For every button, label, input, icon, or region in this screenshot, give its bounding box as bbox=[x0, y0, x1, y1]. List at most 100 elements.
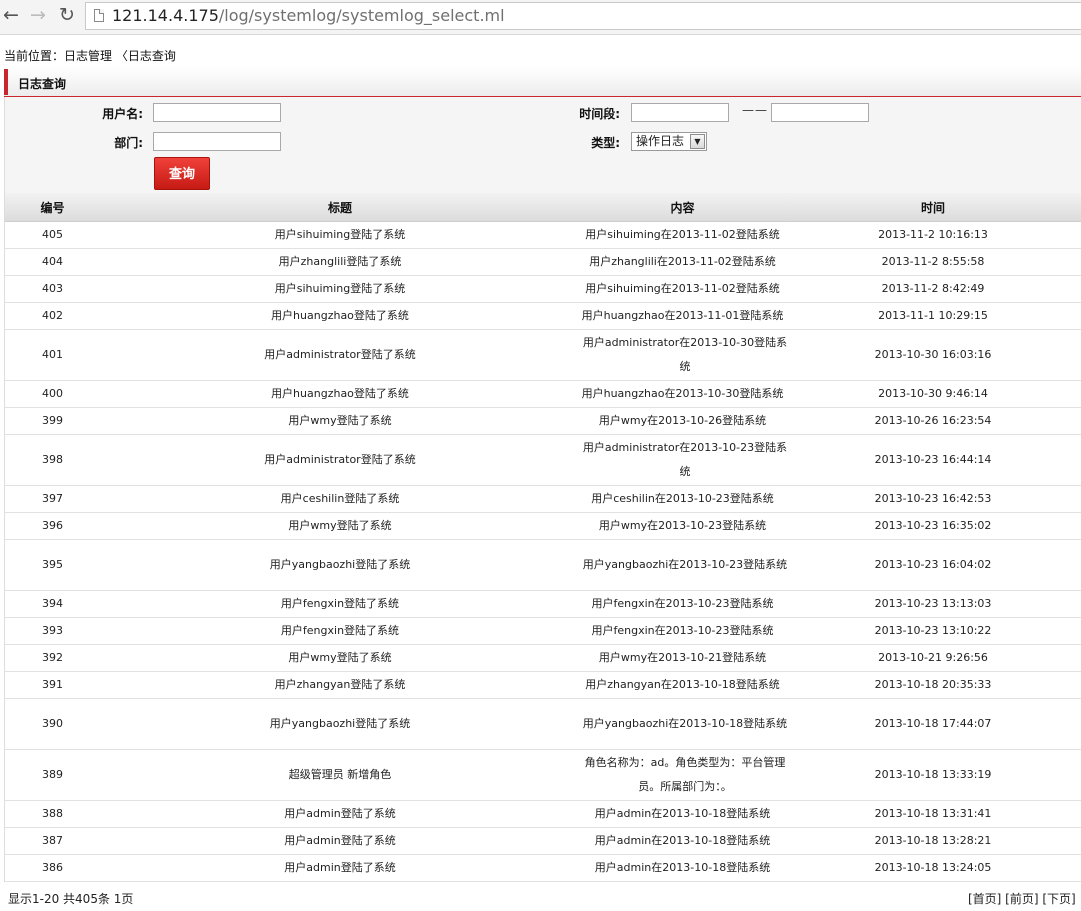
cell-content: 用户yangbaozhi在2013-10-23登陆系统 bbox=[580, 539, 787, 591]
cell-content: 用户fengxin在2013-10-23登陆系统 bbox=[580, 590, 785, 618]
cell-time: 2013-10-30 9:46:14 bbox=[785, 380, 1081, 408]
cell-title: 超级管理员 新增角色 bbox=[100, 749, 580, 801]
cell-content: 角色名称为：ad。角色类型为：平台管理员。所属部门为：。 bbox=[580, 749, 785, 801]
cell-time: 2013-10-23 16:42:53 bbox=[785, 485, 1081, 513]
cell-title: 用户sihuiming登陆了系统 bbox=[100, 275, 580, 303]
cell-id: 397 bbox=[5, 485, 100, 513]
cell-title: 用户huangzhao登陆了系统 bbox=[100, 302, 580, 330]
table-row: 400 用户huangzhao登陆了系统 用户huangzhao在2013-10-3… bbox=[5, 380, 1081, 408]
cell-time: 2013-10-18 13:31:41 bbox=[785, 800, 1081, 828]
header-content: 内容 bbox=[580, 193, 785, 222]
cell-time: 2013-10-23 16:35:02 bbox=[785, 512, 1081, 540]
cell-content-text: 用户administrator在2013-10-23登陆系统 bbox=[582, 441, 788, 478]
cell-content: 用户admin在2013-10-18登陆系统 bbox=[580, 827, 785, 855]
cell-title: 用户fengxin登陆了系统 bbox=[100, 617, 580, 645]
url-host: 121.14.4.175 bbox=[112, 6, 219, 25]
table-row: 392 用户wmy登陆了系统 用户wmy在2013-10-21登陆系统 2013-10… bbox=[5, 644, 1081, 672]
cell-title: 用户fengxin登陆了系统 bbox=[100, 590, 580, 618]
table-row: 401 用户administrator登陆了系统 用户administrator在2… bbox=[5, 329, 1081, 381]
cell-id: 396 bbox=[5, 512, 100, 540]
query-button[interactable]: 查询 bbox=[154, 157, 210, 190]
log-type-selected: 操作日志 bbox=[636, 134, 685, 148]
table-row: 390 用户yangbaozhi登陆了系统 用户yangbaozhi在2013-10… bbox=[5, 698, 1081, 750]
cell-title: 用户ceshilin登陆了系统 bbox=[100, 485, 580, 513]
table-row: 387 用户admin登陆了系统 用户admin在2013-10-18登陆系统 201… bbox=[5, 827, 1081, 855]
cell-time: 2013-11-2 8:42:49 bbox=[785, 275, 1081, 303]
department-input[interactable] bbox=[153, 132, 281, 151]
cell-id: 404 bbox=[5, 248, 100, 276]
cell-time: 2013-10-23 16:04:02 bbox=[785, 539, 1081, 591]
username-input[interactable] bbox=[153, 103, 281, 122]
cell-time: 2013-10-30 16:03:16 bbox=[785, 329, 1081, 381]
cell-title: 用户yangbaozhi登陆了系统 bbox=[100, 698, 580, 750]
header-time: 时间 bbox=[785, 193, 1081, 222]
header-id: 编号 bbox=[5, 193, 100, 222]
cell-content: 用户admin在2013-10-18登陆系统 bbox=[580, 854, 785, 882]
cell-content: 用户huangzhao在2013-11-01登陆系统 bbox=[580, 302, 785, 330]
back-arrow-icon[interactable]: ← bbox=[0, 3, 22, 27]
cell-content: 用户sihuiming在2013-11-02登陆系统 bbox=[580, 275, 785, 303]
cell-id: 388 bbox=[5, 800, 100, 828]
cell-id: 390 bbox=[5, 698, 100, 750]
cell-content: 用户yangbaozhi在2013-10-18登陆系统 bbox=[580, 698, 787, 750]
url-path: /log/systemlog/systemlog_select.ml bbox=[218, 6, 505, 25]
start-time-input[interactable] bbox=[631, 103, 729, 122]
cell-id: 399 bbox=[5, 407, 100, 435]
forward-arrow-icon[interactable]: → bbox=[27, 3, 49, 27]
log-type-select[interactable]: 操作日志 ▼ bbox=[631, 132, 707, 151]
type-label: 类型: bbox=[591, 136, 620, 150]
time-range-label: 时间段: bbox=[579, 107, 620, 121]
department-label: 部门: bbox=[114, 136, 143, 150]
cell-title: 用户sihuiming登陆了系统 bbox=[100, 221, 580, 249]
cell-id: 405 bbox=[5, 221, 100, 249]
table-row: 395 用户yangbaozhi登陆了系统 用户yangbaozhi在2013-10… bbox=[5, 539, 1081, 591]
table-row: 398 用户administrator登陆了系统 用户administrator在2… bbox=[5, 434, 1081, 486]
browser-toolbar: ← → ↻ 121.14.4.175/log/systemlog/systeml… bbox=[0, 0, 1081, 35]
cell-time: 2013-10-18 17:44:07 bbox=[785, 698, 1081, 750]
cell-time: 2013-10-23 13:10:22 bbox=[785, 617, 1081, 645]
cell-title: 用户wmy登陆了系统 bbox=[100, 512, 580, 540]
cell-time: 2013-10-18 13:33:19 bbox=[785, 749, 1081, 801]
cell-content: 用户fengxin在2013-10-23登陆系统 bbox=[580, 617, 785, 645]
cell-title: 用户yangbaozhi登陆了系统 bbox=[100, 539, 580, 591]
cell-time: 2013-10-26 16:23:54 bbox=[785, 407, 1081, 435]
cell-title: 用户administrator登陆了系统 bbox=[100, 329, 580, 381]
chevron-down-icon[interactable]: ▼ bbox=[690, 134, 705, 149]
url-text[interactable]: 121.14.4.175/log/systemlog/systemlog_sel… bbox=[112, 6, 505, 26]
cell-id: 386 bbox=[5, 854, 100, 882]
cell-id: 392 bbox=[5, 644, 100, 672]
section-title: 日志查询 bbox=[18, 77, 67, 91]
address-bar[interactable]: 121.14.4.175/log/systemlog/systemlog_sel… bbox=[85, 2, 1081, 30]
cell-time: 2013-10-23 16:44:14 bbox=[785, 434, 1081, 486]
cell-title: 用户admin登陆了系统 bbox=[100, 854, 580, 882]
cell-content: 用户zhangyan在2013-10-18登陆系统 bbox=[580, 671, 785, 699]
cell-id: 387 bbox=[5, 827, 100, 855]
username-label: 用户名: bbox=[102, 107, 143, 121]
pagination-summary: 显示1-20 共405条 1页 bbox=[8, 892, 134, 906]
cell-id: 395 bbox=[5, 539, 100, 591]
cell-content-text: 用户yangbaozhi在2013-10-18登陆系统 bbox=[582, 717, 788, 730]
cell-content: 用户zhanglili在2013-11-02登陆系统 bbox=[580, 248, 785, 276]
cell-time: 2013-10-18 20:35:33 bbox=[785, 671, 1081, 699]
table-row: 389 超级管理员 新增角色 角色名称为：ad。角色类型为：平台管理员。所属部门为：… bbox=[5, 749, 1081, 801]
cell-title: 用户wmy登陆了系统 bbox=[100, 644, 580, 672]
cell-time: 2013-10-18 13:24:05 bbox=[785, 854, 1081, 882]
cell-content: 用户wmy在2013-10-26登陆系统 bbox=[580, 407, 785, 435]
cell-title: 用户zhangyan登陆了系统 bbox=[100, 671, 580, 699]
cell-time: 2013-10-18 13:28:21 bbox=[785, 827, 1081, 855]
table-row: 405 用户sihuiming登陆了系统 用户sihuiming在2013-11-0… bbox=[5, 221, 1081, 249]
table-row: 404 用户zhanglili登陆了系统 用户zhanglili在2013-11-0… bbox=[5, 248, 1081, 276]
section-header: 日志查询 bbox=[4, 67, 1081, 97]
cell-time: 2013-11-1 10:29:15 bbox=[785, 302, 1081, 330]
cell-id: 394 bbox=[5, 590, 100, 618]
table-row: 386 用户admin登陆了系统 用户admin在2013-10-18登陆系统 201… bbox=[5, 854, 1081, 882]
cell-title: 用户wmy登陆了系统 bbox=[100, 407, 580, 435]
cell-title: 用户huangzhao登陆了系统 bbox=[100, 380, 580, 408]
pagination-links[interactable]: [首页] [前页] [下页] bbox=[968, 890, 1076, 907]
cell-id: 393 bbox=[5, 617, 100, 645]
breadcrumb: 当前位置：日志管理 〈日志查询 bbox=[4, 49, 176, 63]
cell-time: 2013-10-23 13:13:03 bbox=[785, 590, 1081, 618]
end-time-input[interactable] bbox=[771, 103, 869, 122]
reload-icon[interactable]: ↻ bbox=[56, 3, 78, 27]
cell-content: 用户administrator在2013-10-30登陆系统 bbox=[580, 329, 787, 381]
